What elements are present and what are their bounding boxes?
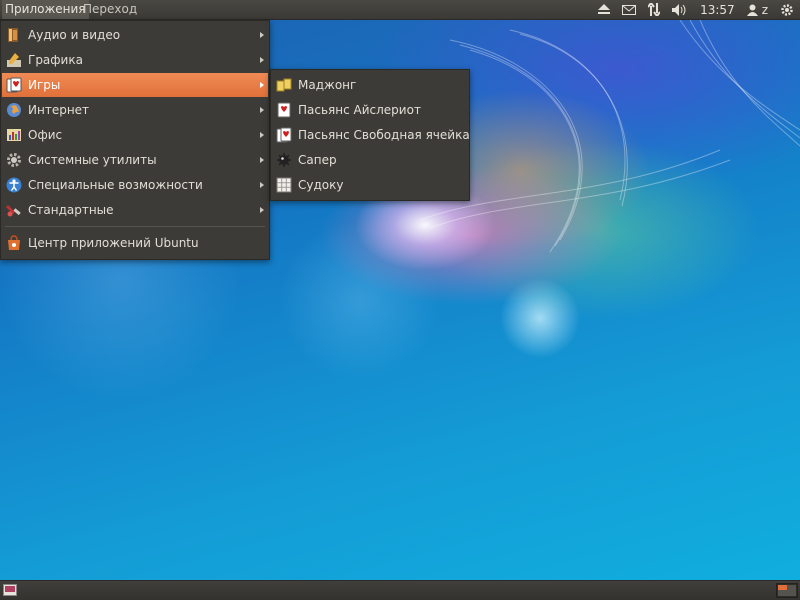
mines-icon — [276, 152, 292, 168]
bottom-panel — [0, 580, 800, 600]
menu-item-label: Стандартные — [28, 203, 114, 217]
eject-icon[interactable] — [598, 0, 611, 19]
menu-item-audio-video[interactable]: Аудио и видео — [2, 23, 268, 47]
show-desktop-icon[interactable] — [3, 584, 17, 596]
mahjongg-icon — [276, 77, 292, 93]
menu-item-label: Судоку — [298, 178, 344, 192]
submenu-arrow-icon — [260, 57, 264, 63]
menu-item-graphics[interactable]: Графика — [2, 48, 268, 72]
submenu-arrow-icon — [260, 132, 264, 138]
menu-item-label: Графика — [28, 53, 83, 67]
places-menu-button[interactable]: Переход — [80, 0, 140, 19]
menu-item-sudoku[interactable]: Судоку — [272, 173, 468, 197]
menu-item-label: Пасьянс Айслериот — [298, 103, 421, 117]
submenu-arrow-icon — [260, 107, 264, 113]
user-menu[interactable]: z — [746, 0, 768, 19]
menu-item-office[interactable]: Офис — [2, 123, 268, 147]
games-icon — [6, 77, 22, 93]
applications-menu-button[interactable]: Приложения — [2, 0, 89, 19]
user-icon — [746, 4, 758, 16]
menu-item-aisleriot[interactable]: Пасьянс Айслериот — [272, 98, 468, 122]
sudoku-icon — [276, 177, 292, 193]
workspace-4[interactable] — [787, 590, 796, 596]
menu-item-label: Пасьянс Свободная ячейка — [298, 128, 470, 142]
menu-item-accessories[interactable]: Стандартные — [2, 198, 268, 222]
freecell-icon — [276, 127, 292, 143]
internet-icon — [6, 102, 22, 118]
aisleriot-icon — [276, 102, 292, 118]
software-center-icon — [6, 235, 22, 251]
menu-item-label: Маджонг — [298, 78, 357, 92]
games-submenu: Маджонг Пасьянс Айслериот Пасьянс Свобод… — [270, 69, 470, 201]
submenu-arrow-icon — [260, 82, 264, 88]
menu-item-freecell[interactable]: Пасьянс Свободная ячейка — [272, 123, 470, 147]
graphics-icon — [6, 52, 22, 68]
menu-item-accessibility[interactable]: Специальные возможности — [2, 173, 268, 197]
top-panel: Приложения Переход 13:57 z — [0, 0, 800, 20]
submenu-arrow-icon — [260, 207, 264, 213]
system-tray: 13:57 z — [592, 0, 800, 19]
menu-item-internet[interactable]: Интернет — [2, 98, 268, 122]
gear-icon[interactable] — [780, 0, 794, 19]
workspace-switcher[interactable] — [776, 583, 798, 598]
clock[interactable]: 13:57 — [700, 0, 735, 19]
submenu-arrow-icon — [260, 32, 264, 38]
menu-item-mines[interactable]: Сапер — [272, 148, 468, 172]
menu-item-label: Центр приложений Ubuntu — [28, 236, 199, 250]
applications-menu: Аудио и видео Графика Игры Интернет Офис — [0, 20, 270, 260]
volume-icon[interactable] — [672, 0, 688, 19]
menu-item-label: Системные утилиты — [28, 153, 157, 167]
menu-item-label: Игры — [28, 78, 61, 92]
workspace-3[interactable] — [778, 590, 787, 596]
menu-item-mahjongg[interactable]: Маджонг — [272, 73, 468, 97]
system-tools-icon — [6, 152, 22, 168]
accessories-icon — [6, 202, 22, 218]
menu-separator — [5, 226, 265, 227]
menu-item-label: Офис — [28, 128, 63, 142]
menu-item-games[interactable]: Игры — [2, 73, 268, 97]
menu-item-system-tools[interactable]: Системные утилиты — [2, 148, 268, 172]
mail-icon[interactable] — [622, 0, 637, 19]
accessibility-icon — [6, 177, 22, 193]
menu-item-software-center[interactable]: Центр приложений Ubuntu — [2, 231, 268, 255]
user-name: z — [761, 2, 768, 17]
menu-item-label: Аудио и видео — [28, 28, 121, 42]
network-arrows-icon[interactable] — [648, 0, 661, 19]
menu-item-label: Специальные возможности — [28, 178, 203, 192]
submenu-arrow-icon — [260, 182, 264, 188]
submenu-arrow-icon — [260, 157, 264, 163]
office-icon — [6, 127, 22, 143]
menu-item-label: Интернет — [28, 103, 90, 117]
audio-video-icon — [6, 27, 22, 43]
menu-item-label: Сапер — [298, 153, 337, 167]
